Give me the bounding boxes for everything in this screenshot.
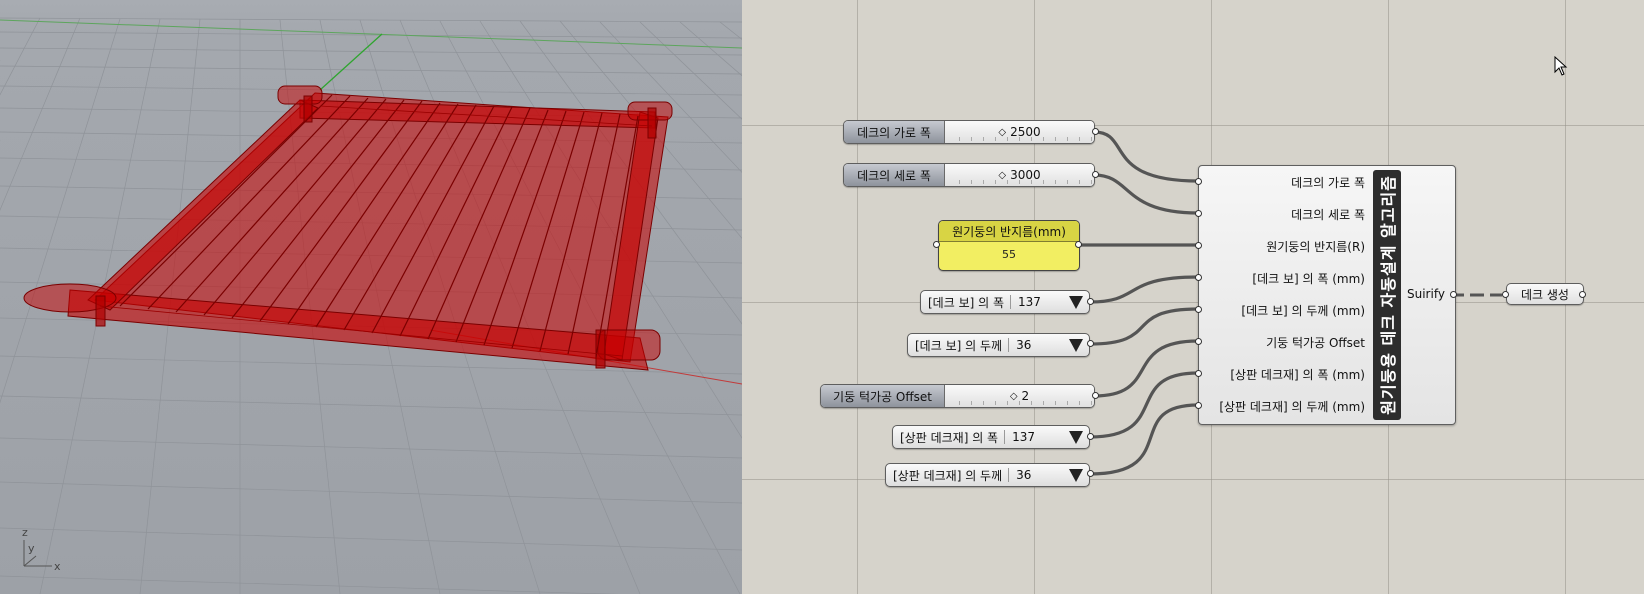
value-list-beam-thickness[interactable]: [데크 보] 의 두께 36 [907,333,1090,357]
value-list-beam-width[interactable]: [데크 보] 의 폭 137 [920,290,1090,314]
input-grip[interactable] [933,241,940,248]
cluster-input-grip[interactable] [1195,370,1202,377]
cluster-input-grip[interactable] [1195,178,1202,185]
value-list-board-thickness[interactable]: [상판 데크재] 의 두께 36 [885,463,1090,487]
dropdown-arrow-icon[interactable] [1069,430,1083,444]
value-list-label: [상판 데크재] 의 폭 [900,430,999,445]
cluster-input-grip[interactable] [1195,402,1202,409]
cluster-input-grip[interactable] [1195,274,1202,281]
diamond-icon: ◇ [1009,390,1018,402]
value-list-label: [데크 보] 의 두께 [915,338,1003,353]
cluster-input-label: [상판 데크재] 의 두께 (mm) [1219,400,1365,414]
output-grip[interactable] [1579,291,1586,298]
value-list-label: [데크 보] 의 폭 [928,295,1005,310]
dropdown-arrow-icon[interactable] [1069,338,1083,352]
cluster-output-label: Suirify [1407,287,1445,301]
output-grip[interactable] [1087,470,1094,477]
cluster-output-grip[interactable] [1450,291,1457,298]
cluster-input-label: 기둥 턱가공 Offset [1266,336,1365,350]
output-grip[interactable] [1087,298,1094,305]
slider-track[interactable]: ◇ 3000 [945,164,1094,186]
axis-x-label: x [54,560,61,573]
cluster-input-grip[interactable] [1195,242,1202,249]
slider-value: 2500 [1010,125,1041,139]
slider-label: 데크의 가로 폭 [844,121,945,143]
cluster-input-label: 원기둥의 반지름(R) [1266,240,1365,254]
slider-track[interactable]: ◇ 2 [945,385,1094,407]
value-list-label: [상판 데크재] 의 두께 [893,468,1003,483]
cluster-input-grip[interactable] [1195,306,1202,313]
slider-value: 2 [1021,389,1030,403]
cluster-input-grip[interactable] [1195,338,1202,345]
output-grip[interactable] [1087,433,1094,440]
panel-title: 원기둥의 반지름(mm) [939,221,1079,242]
slider-deck-width[interactable]: 데크의 가로 폭 ◇ 2500 [843,120,1095,144]
value-list-board-width[interactable]: [상판 데크재] 의 폭 137 [892,425,1090,449]
cluster-name-bar: 원기둥용 데크 자동설계 알고리즘 [1373,170,1401,420]
cluster-input-label: [데크 보] 의 두께 (mm) [1241,304,1365,318]
cluster-input-label: 데크의 가로 폭 [1291,176,1365,190]
cluster-input-label: 데크의 세로 폭 [1291,208,1365,222]
input-grip[interactable] [1502,291,1509,298]
axis-z-label: z [22,526,28,539]
output-grip[interactable] [1092,171,1099,178]
slider-label: 데크의 세로 폭 [844,164,945,186]
cluster-input-label: [데크 보] 의 폭 (mm) [1252,272,1365,286]
slider-deck-length[interactable]: 데크의 세로 폭 ◇ 3000 [843,163,1095,187]
cluster-deck-algorithm[interactable]: 데크의 가로 폭 데크의 세로 폭 원기둥의 반지름(R) [데크 보] 의 폭… [1198,165,1456,425]
slider-track[interactable]: ◇ 2500 [945,121,1094,143]
dropdown-arrow-icon[interactable] [1069,468,1083,482]
viewport-scene: z y x [0,17,742,594]
output-grip[interactable] [1092,392,1099,399]
value-list-value: 137 [1018,295,1041,309]
dropdown-arrow-icon[interactable] [1069,295,1083,309]
mouse-cursor-icon [1554,56,1568,76]
slider-label: 기둥 턱가공 Offset [821,385,945,407]
cluster-name: 원기둥용 데크 자동설계 알고리즘 [1379,175,1398,415]
diamond-icon: ◇ [998,126,1007,138]
value-list-value: 137 [1012,430,1035,444]
slider-value: 3000 [1010,168,1041,182]
rhino-viewport[interactable]: z y x [0,0,742,594]
cluster-input-grip[interactable] [1195,210,1202,217]
output-node-label: 데크 생성 [1521,287,1569,302]
panel-value[interactable]: 55 [939,242,1079,261]
axis-y-label: y [28,542,35,555]
value-list-value: 36 [1016,468,1032,482]
value-list-value: 36 [1016,338,1032,352]
output-grip[interactable] [1087,340,1094,347]
cluster-input-label: [상판 데크재] 의 폭 (mm) [1230,368,1365,382]
deck-model[interactable] [23,85,673,371]
grasshopper-canvas[interactable]: 데크의 가로 폭 ◇ 2500 데크의 세로 폭 ◇ 3000 기둥 턱가공 Off… [742,0,1644,594]
slider-post-offset[interactable]: 기둥 턱가공 Offset ◇ 2 [820,384,1095,408]
output-node-deck-create[interactable]: 데크 생성 [1506,283,1584,305]
output-grip[interactable] [1092,128,1099,135]
panel-post-radius[interactable]: 원기둥의 반지름(mm) 55 [938,220,1080,271]
diamond-icon: ◇ [998,169,1007,181]
output-grip[interactable] [1075,241,1082,248]
